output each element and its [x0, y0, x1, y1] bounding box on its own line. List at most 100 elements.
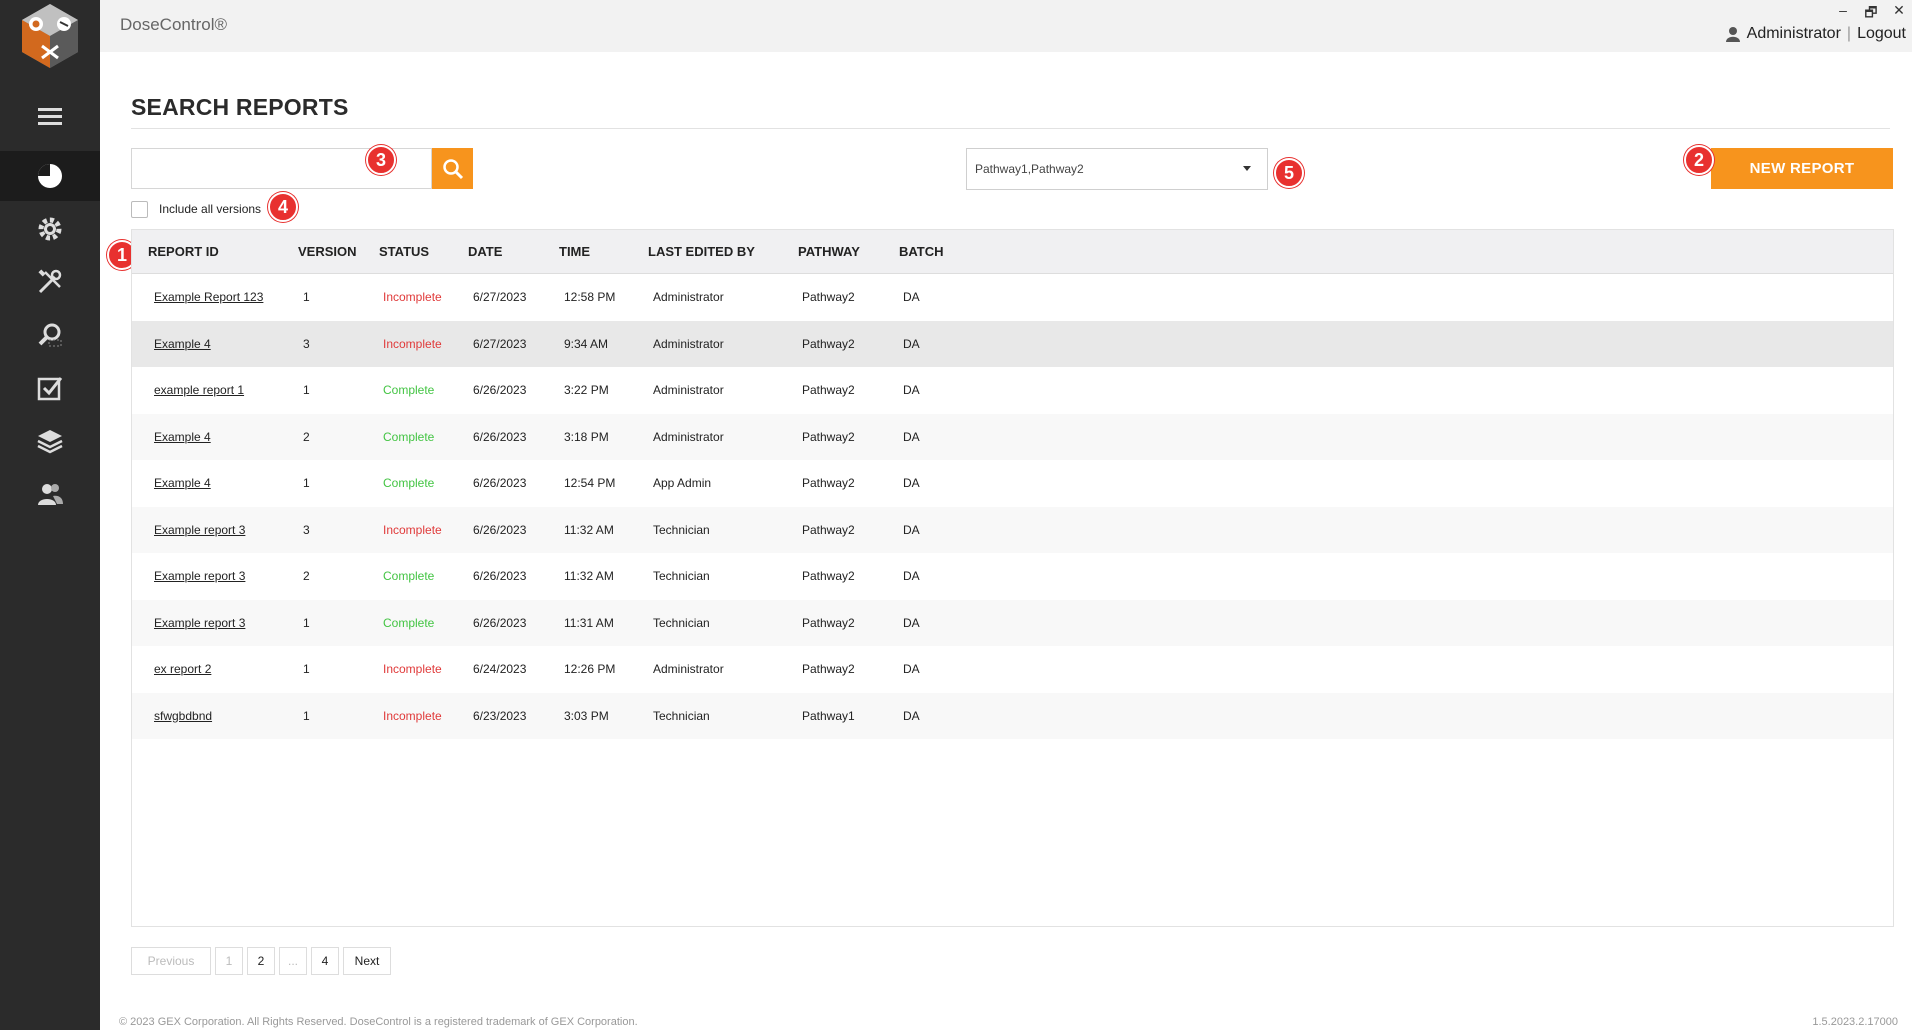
magnifier-icon — [38, 323, 62, 347]
date-cell: 6/27/2023 — [473, 336, 527, 351]
previous-page-button[interactable]: Previous — [131, 947, 211, 975]
pathway-select[interactable]: Pathway1,Pathway2 — [966, 148, 1268, 190]
date-cell: 6/27/2023 — [473, 290, 527, 304]
date-cell: 6/24/2023 — [473, 662, 527, 676]
gex-logo — [18, 2, 82, 72]
next-page-button[interactable]: Next — [343, 947, 391, 975]
table-row[interactable]: example report 1 1 Complete 6/26/2023 3:22 P… — [132, 367, 1893, 413]
pathway-cell: Pathway2 — [802, 476, 855, 490]
date-cell: 6/26/2023 — [473, 569, 527, 583]
pathway-cell: Pathway1 — [802, 708, 855, 723]
table-row[interactable]: Example 4 3 Incomplete 6/27/2023 9:34 AM Admi… — [132, 320, 1893, 367]
sidebar-item-tasks[interactable] — [0, 363, 100, 413]
sidebar-item-search[interactable] — [0, 310, 100, 360]
page-button-2[interactable]: 2 — [247, 947, 275, 975]
report-id-link[interactable]: Example 4 — [154, 476, 211, 490]
pathway-cell: Pathway2 — [802, 662, 855, 676]
sidebar-item-tools[interactable] — [0, 257, 100, 307]
status-cell: Complete — [383, 615, 435, 630]
report-id-link[interactable]: Example report 3 — [154, 523, 245, 537]
pathway-cell: Pathway2 — [802, 336, 855, 351]
report-id-link[interactable]: sfwgbdbnd — [154, 709, 212, 723]
report-id-link[interactable]: Example Report 123 — [154, 290, 263, 304]
status-cell: Incomplete — [383, 522, 442, 537]
table-row[interactable]: Example 4 2 Complete 6/26/2023 3:18 PM Admini… — [132, 413, 1893, 460]
callout-2: 2 — [1684, 145, 1714, 175]
report-id-link[interactable]: Example 4 — [154, 337, 211, 351]
column-header-date[interactable]: DATE — [468, 244, 502, 259]
table-row[interactable]: sfwgbdbnd 1 Incomplete 6/23/2023 3:03 PM Tech… — [132, 692, 1893, 739]
status-cell: Complete — [383, 383, 435, 397]
sidebar-item-layers[interactable] — [0, 416, 100, 466]
column-header-pathway[interactable]: PATHWAY — [798, 244, 860, 259]
user-separator: | — [1846, 25, 1852, 42]
version-cell: 1 — [303, 615, 310, 630]
report-id-link[interactable]: Example 4 — [154, 430, 211, 444]
column-header-last-edited-by[interactable]: LAST EDITED BY — [648, 244, 755, 259]
report-id-link[interactable]: ex report 2 — [154, 662, 211, 676]
report-id-link[interactable]: example report 1 — [154, 383, 244, 397]
editor-cell: Administrator — [653, 290, 724, 304]
sidebar-item-settings[interactable] — [0, 204, 100, 254]
table-row[interactable]: Example report 3 1 Complete 6/26/2023 11:31 … — [132, 599, 1893, 646]
title-divider — [131, 128, 1890, 129]
column-header-version[interactable]: VERSION — [298, 244, 357, 259]
report-id-link[interactable]: Example report 3 — [154, 569, 245, 583]
version-cell: 2 — [303, 429, 310, 444]
table-header: REPORT ID VERSION STATUS DATE TIME LAST … — [132, 230, 1893, 274]
sidebar-item-users[interactable] — [0, 469, 100, 519]
callout-4: 4 — [268, 192, 298, 222]
reports-table: REPORT ID VERSION STATUS DATE TIME LAST … — [131, 229, 1894, 927]
version-cell: 1 — [303, 708, 310, 723]
checkbox-icon — [37, 377, 63, 401]
menu-button[interactable] — [0, 92, 100, 142]
report-id-link[interactable]: Example report 3 — [154, 616, 245, 630]
sidebar-item-dashboard[interactable] — [0, 151, 100, 201]
table-row[interactable]: Example 4 1 Complete 6/26/2023 12:54 PM App A… — [132, 460, 1893, 506]
batch-cell: DA — [903, 662, 920, 676]
table-row[interactable]: ex report 2 1 Incomplete 6/24/2023 12:26 PM A… — [132, 646, 1893, 692]
page-button-1[interactable]: 1 — [215, 947, 243, 975]
window-controls: – 🗗 ✕ — [1836, 2, 1906, 26]
close-button[interactable]: ✕ — [1892, 2, 1906, 26]
editor-cell: Administrator — [653, 429, 724, 444]
footer-copyright: © 2023 GEX Corporation. All Rights Reser… — [119, 1016, 638, 1028]
user-area: Administrator | Logout — [1725, 25, 1906, 43]
editor-cell: Technician — [653, 569, 710, 583]
table-row[interactable]: Example report 3 2 Complete 6/26/2023 11:32 … — [132, 553, 1893, 599]
status-cell: Incomplete — [383, 708, 442, 723]
version-cell: 2 — [303, 569, 310, 583]
batch-cell: DA — [903, 476, 920, 490]
logout-link[interactable]: Logout — [1857, 25, 1906, 43]
batch-cell: DA — [903, 522, 920, 537]
batch-cell: DA — [903, 383, 920, 397]
pathway-cell: Pathway2 — [802, 615, 855, 630]
column-header-time[interactable]: TIME — [559, 244, 590, 259]
column-header-batch[interactable]: BATCH — [899, 244, 944, 259]
table-row[interactable]: Example report 3 3 Incomplete 6/26/2023 11:3… — [132, 506, 1893, 553]
time-cell: 9:34 AM — [564, 336, 609, 351]
new-report-button[interactable]: NEW REPORT — [1711, 148, 1893, 189]
page-ellipsis: ... — [279, 947, 307, 975]
callout-3: 3 — [366, 145, 396, 175]
status-cell: Incomplete — [383, 662, 442, 676]
include-versions-checkbox[interactable] — [131, 201, 148, 218]
column-header-status[interactable]: STATUS — [379, 244, 429, 259]
minimize-button[interactable]: – — [1836, 2, 1850, 26]
column-header-report-id[interactable]: REPORT ID — [148, 244, 219, 259]
app-title: DoseControl® — [120, 15, 228, 34]
editor-cell: App Admin — [653, 476, 712, 490]
table-row[interactable]: Example Report 123 1 Incomplete 6/27/2023 12… — [132, 274, 1893, 320]
pagination: Previous 1 2 ... 4 Next — [131, 947, 391, 975]
version-cell: 1 — [303, 476, 310, 490]
restore-button[interactable]: 🗗 — [1864, 2, 1878, 26]
page-button-4[interactable]: 4 — [311, 947, 339, 975]
pathway-cell: Pathway2 — [802, 429, 855, 444]
batch-cell: DA — [903, 290, 920, 304]
include-versions-label: Include all versions — [159, 202, 262, 216]
time-cell: 11:32 AM — [564, 522, 614, 537]
editor-cell: Administrator — [653, 383, 724, 397]
status-cell: Incomplete — [383, 336, 442, 351]
hamburger-icon — [38, 108, 62, 125]
search-button[interactable] — [432, 148, 473, 189]
